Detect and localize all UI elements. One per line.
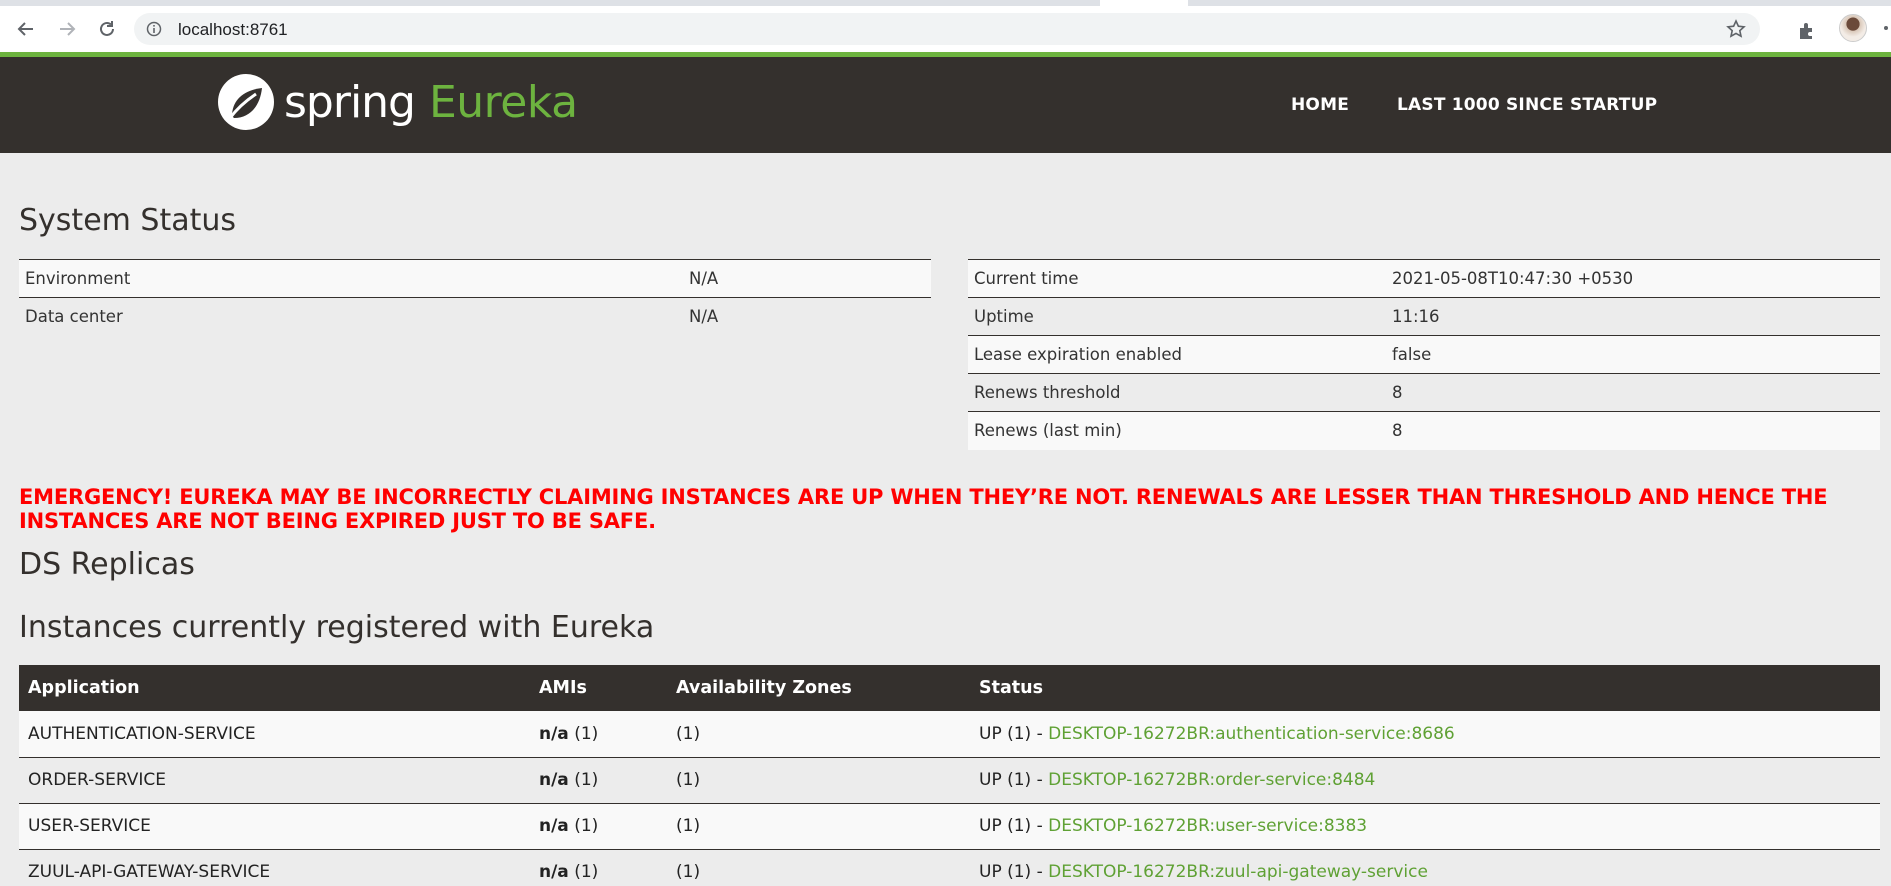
status-row: Environment N/A xyxy=(19,259,931,298)
status-table-left: Environment N/A Data center N/A xyxy=(19,259,931,336)
status-value: N/A xyxy=(683,297,931,336)
forward-button[interactable] xyxy=(53,15,81,43)
status-row: Data center N/A xyxy=(19,297,931,336)
amis-count: (1) xyxy=(568,723,599,744)
menu-icon[interactable] xyxy=(1884,26,1888,30)
instance-link[interactable]: DESKTOP-16272BR:authentication-service:8… xyxy=(1048,724,1455,744)
instance-link[interactable]: DESKTOP-16272BR:order-service:8484 xyxy=(1048,770,1375,790)
status-prefix: UP (1) - xyxy=(979,723,1049,744)
col-amis: AMIs xyxy=(530,665,667,711)
nav-last-1000-link[interactable]: LAST 1000 SINCE STARTUP xyxy=(1397,95,1657,115)
spring-eureka-logo[interactable]: spring Eureka xyxy=(216,71,578,133)
zones-cell: (1) xyxy=(667,757,970,804)
col-application: Application xyxy=(19,665,530,711)
status-label: Current time xyxy=(968,259,1386,298)
status-label: Renews (last min) xyxy=(968,411,1386,450)
reload-button[interactable] xyxy=(93,15,121,43)
status-cell: UP (1) - DESKTOP-16272BR:order-service:8… xyxy=(970,757,1880,804)
col-availability-zones: Availability Zones xyxy=(667,665,970,711)
zones-cell: (1) xyxy=(667,711,970,758)
back-arrow-icon xyxy=(17,22,33,36)
amis-count: (1) xyxy=(568,862,599,882)
status-label: Uptime xyxy=(968,297,1386,336)
eureka-header: spring Eureka HOME LAST 1000 SINCE START… xyxy=(0,57,1891,153)
status-value: 2021-05-08T10:47:30 +0530 xyxy=(1386,259,1880,298)
spring-leaf-icon xyxy=(218,74,274,130)
zones-cell: (1) xyxy=(667,803,970,850)
bookmark-star-icon[interactable] xyxy=(1726,19,1746,43)
forward-arrow-icon xyxy=(60,22,76,36)
status-row: Renews threshold 8 xyxy=(968,373,1880,412)
amis-count: (1) xyxy=(568,770,599,790)
amis-value: n/a xyxy=(539,770,569,790)
logo-spring-text: spring xyxy=(284,76,416,128)
status-row: Uptime 11:16 xyxy=(968,297,1880,336)
amis-value: n/a xyxy=(539,723,569,744)
emergency-warning: EMERGENCY! EUREKA MAY BE INCORRECTLY CLA… xyxy=(19,485,1828,533)
instances-title: Instances currently registered with Eure… xyxy=(19,610,655,645)
status-value: 11:16 xyxy=(1386,297,1880,336)
application-name: ORDER-SERVICE xyxy=(19,757,530,804)
status-prefix: UP (1) - xyxy=(979,816,1049,836)
table-row: USER-SERVICE n/a (1) (1) UP (1) - DESKTO… xyxy=(19,803,1880,850)
instance-link[interactable]: DESKTOP-16272BR:user-service:8383 xyxy=(1048,816,1367,836)
status-prefix: UP (1) - xyxy=(979,770,1049,790)
amis-value: n/a xyxy=(539,816,569,836)
extensions-puzzle-icon[interactable] xyxy=(1797,21,1817,45)
amis-value: n/a xyxy=(539,862,569,882)
col-status: Status xyxy=(970,665,1880,711)
status-value: 8 xyxy=(1386,411,1880,450)
profile-avatar[interactable] xyxy=(1839,14,1867,42)
instance-link[interactable]: DESKTOP-16272BR:zuul-api-gateway-service xyxy=(1048,862,1428,882)
instances-table: Application AMIs Availability Zones Stat… xyxy=(19,665,1880,886)
address-bar[interactable]: localhost:8761 xyxy=(134,13,1760,45)
status-value: 8 xyxy=(1386,373,1880,412)
reload-icon xyxy=(100,21,114,36)
table-row: ZUUL-API-GATEWAY-SERVICE n/a (1) (1) UP … xyxy=(19,849,1880,886)
browser-toolbar: localhost:8761 xyxy=(0,6,1891,52)
amis-cell: n/a (1) xyxy=(530,711,667,758)
status-label: Renews threshold xyxy=(968,373,1386,412)
status-value: N/A xyxy=(683,259,931,298)
status-value: false xyxy=(1386,335,1880,374)
status-row: Renews (last min) 8 xyxy=(968,411,1880,450)
nav-home-link[interactable]: HOME xyxy=(1291,95,1349,115)
back-button[interactable] xyxy=(12,15,40,43)
status-row: Current time 2021-05-08T10:47:30 +0530 xyxy=(968,259,1880,298)
system-status-title: System Status xyxy=(19,203,237,238)
status-cell: UP (1) - DESKTOP-16272BR:authentication-… xyxy=(970,711,1880,758)
table-row: AUTHENTICATION-SERVICE n/a (1) (1) UP (1… xyxy=(19,711,1880,758)
status-label: Environment xyxy=(19,259,683,298)
status-table-right: Current time 2021-05-08T10:47:30 +0530 U… xyxy=(968,259,1880,450)
amis-count: (1) xyxy=(568,816,599,836)
zones-cell: (1) xyxy=(667,849,970,886)
site-info-icon[interactable] xyxy=(146,21,162,41)
amis-cell: n/a (1) xyxy=(530,849,667,886)
status-label: Lease expiration enabled xyxy=(968,335,1386,374)
status-label: Data center xyxy=(19,297,683,336)
amis-cell: n/a (1) xyxy=(530,803,667,850)
amis-cell: n/a (1) xyxy=(530,757,667,804)
ds-replicas-title: DS Replicas xyxy=(19,547,195,582)
status-row: Lease expiration enabled false xyxy=(968,335,1880,374)
application-name: USER-SERVICE xyxy=(19,803,530,850)
instances-header-row: Application AMIs Availability Zones Stat… xyxy=(19,665,1880,711)
application-name: ZUUL-API-GATEWAY-SERVICE xyxy=(19,849,530,886)
status-cell: UP (1) - DESKTOP-16272BR:zuul-api-gatewa… xyxy=(970,849,1880,886)
application-name: AUTHENTICATION-SERVICE xyxy=(19,711,530,758)
status-cell: UP (1) - DESKTOP-16272BR:user-service:83… xyxy=(970,803,1880,850)
logo-eureka-text: Eureka xyxy=(428,76,578,128)
url-text[interactable]: localhost:8761 xyxy=(178,20,288,40)
status-prefix: UP (1) - xyxy=(979,862,1049,882)
table-row: ORDER-SERVICE n/a (1) (1) UP (1) - DESKT… xyxy=(19,757,1880,804)
